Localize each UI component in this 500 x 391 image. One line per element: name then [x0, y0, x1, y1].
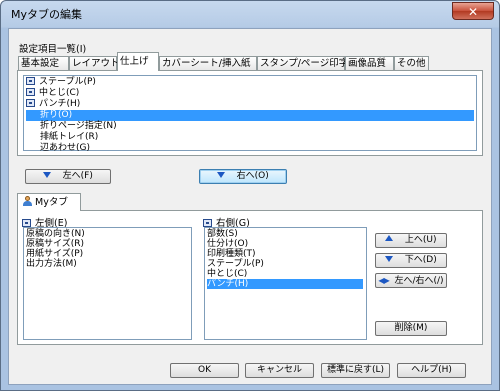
list-item[interactable]: 印刷種類(T)	[207, 249, 256, 259]
list-item[interactable]: 原稿の向き(N)	[26, 229, 85, 239]
ok-button[interactable]: OK	[170, 363, 239, 378]
list-item[interactable]: 原稿サイズ(R)	[26, 239, 84, 249]
tab-finishing[interactable]: 仕上げ	[117, 52, 159, 71]
list-item[interactable]: 中とじ(C)	[207, 269, 247, 279]
list-item[interactable]: 出力方法(M)	[26, 259, 77, 269]
list-item[interactable]: 用紙サイズ(P)	[26, 249, 83, 259]
move-down-button[interactable]: 下へ(D)	[375, 253, 447, 268]
list-item-label: 辺あわせ(G)	[40, 143, 90, 153]
tab-layout[interactable]: レイアウト	[69, 56, 120, 70]
help-button[interactable]: ヘルプ(H)	[397, 363, 466, 378]
list-item[interactable]: パンチ(H)	[26, 99, 80, 110]
move-right-button[interactable]: 右へ(O)	[199, 169, 287, 184]
tab-basic[interactable]: 基本設定	[18, 56, 69, 70]
reset-defaults-button[interactable]: 標準に戻す(L)	[321, 363, 390, 378]
user-icon	[23, 196, 32, 206]
tab-panel: ステープル(P) 中とじ(C) パンチ(H) 折り(O) 折りページ指定(N) …	[17, 70, 483, 156]
window-title: Myタブの編集	[11, 8, 83, 21]
tab-image-quality[interactable]: 画像品質	[345, 56, 394, 70]
arrow-up-icon	[385, 235, 394, 241]
list-item-label: 排紙トレイ(R)	[40, 132, 99, 142]
list-item-label: パンチ(H)	[39, 99, 81, 109]
move-up-button[interactable]: 上へ(U)	[375, 233, 447, 248]
list-item[interactable]: ステープル(P)	[207, 259, 264, 269]
list-item[interactable]: 辺あわせ(G)	[26, 143, 90, 154]
dialog-window: Myタブの編集 ✕ 設定項目一覧(I) 基本設定 レイアウト 仕上げ カバーシー…	[0, 0, 500, 391]
left-right-arrow-icon: ◀▶	[378, 276, 389, 285]
swap-side-button[interactable]: ◀▶ 左へ/右へ(/)	[375, 273, 447, 288]
list-item-selected[interactable]: パンチ(H)	[207, 279, 363, 289]
setting-icon	[26, 77, 35, 85]
tab-stamp[interactable]: スタンプ/ページ印字	[257, 56, 348, 70]
swap-side-label: 左へ/右へ(/)	[394, 276, 444, 286]
list-item-selected[interactable]: 折り(O)	[26, 110, 474, 121]
setting-icon	[26, 99, 35, 107]
list-item[interactable]: ステープル(P)	[26, 77, 96, 88]
title-bar[interactable]: Myタブの編集 ✕	[1, 1, 499, 27]
move-left-label: 左へ(F)	[62, 171, 93, 181]
settings-item-list[interactable]: ステープル(P) 中とじ(C) パンチ(H) 折り(O) 折りページ指定(N) …	[23, 75, 477, 154]
list-item[interactable]: 折りページ指定(N)	[26, 121, 117, 132]
mytab-panel: 左側(E) 原稿の向き(N) 原稿サイズ(R) 用紙サイズ(P) 出力方法(M)…	[17, 210, 483, 345]
settings-list-label: 設定項目一覧(I)	[19, 44, 87, 55]
tab-other[interactable]: その他	[394, 56, 429, 70]
move-left-button[interactable]: 左へ(F)	[25, 169, 111, 184]
dialog-client: 設定項目一覧(I) 基本設定 レイアウト 仕上げ カバーシート/挿入紙 スタンプ…	[8, 28, 492, 385]
list-item[interactable]: 排紙トレイ(R)	[26, 132, 98, 143]
panel-icon	[22, 219, 31, 227]
arrow-down-icon	[43, 172, 52, 178]
list-item-label: 折りページ指定(N)	[40, 121, 117, 131]
panel-icon	[203, 219, 212, 227]
cancel-button[interactable]: キャンセル	[245, 363, 314, 378]
list-item[interactable]: 中とじ(C)	[26, 88, 79, 99]
list-item-label: ステープル(P)	[39, 77, 96, 87]
left-side-list[interactable]: 原稿の向き(N) 原稿サイズ(R) 用紙サイズ(P) 出力方法(M)	[23, 227, 192, 340]
right-side-list[interactable]: 部数(S) 仕分け(O) 印刷種類(T) ステープル(P) 中とじ(C) パンチ…	[204, 227, 367, 340]
list-item[interactable]: 仕分け(O)	[207, 239, 248, 249]
tab-cover-sheet[interactable]: カバーシート/挿入紙	[159, 56, 257, 70]
move-down-label: 下へ(D)	[404, 255, 437, 265]
move-up-label: 上へ(U)	[404, 235, 437, 245]
tab-mytab[interactable]: Myタブ	[17, 193, 81, 211]
list-item-label: 中とじ(C)	[39, 88, 80, 98]
mytab-tab-label: Myタブ	[35, 197, 68, 208]
setting-icon	[26, 88, 35, 96]
list-item-label: 折り(O)	[40, 110, 73, 120]
move-right-label: 右へ(O)	[236, 171, 269, 181]
delete-button[interactable]: 削除(M)	[375, 321, 447, 336]
arrow-down-icon	[385, 256, 394, 262]
close-button[interactable]: ✕	[452, 2, 494, 20]
arrow-down-icon	[217, 172, 226, 178]
list-item[interactable]: 部数(S)	[207, 229, 238, 239]
